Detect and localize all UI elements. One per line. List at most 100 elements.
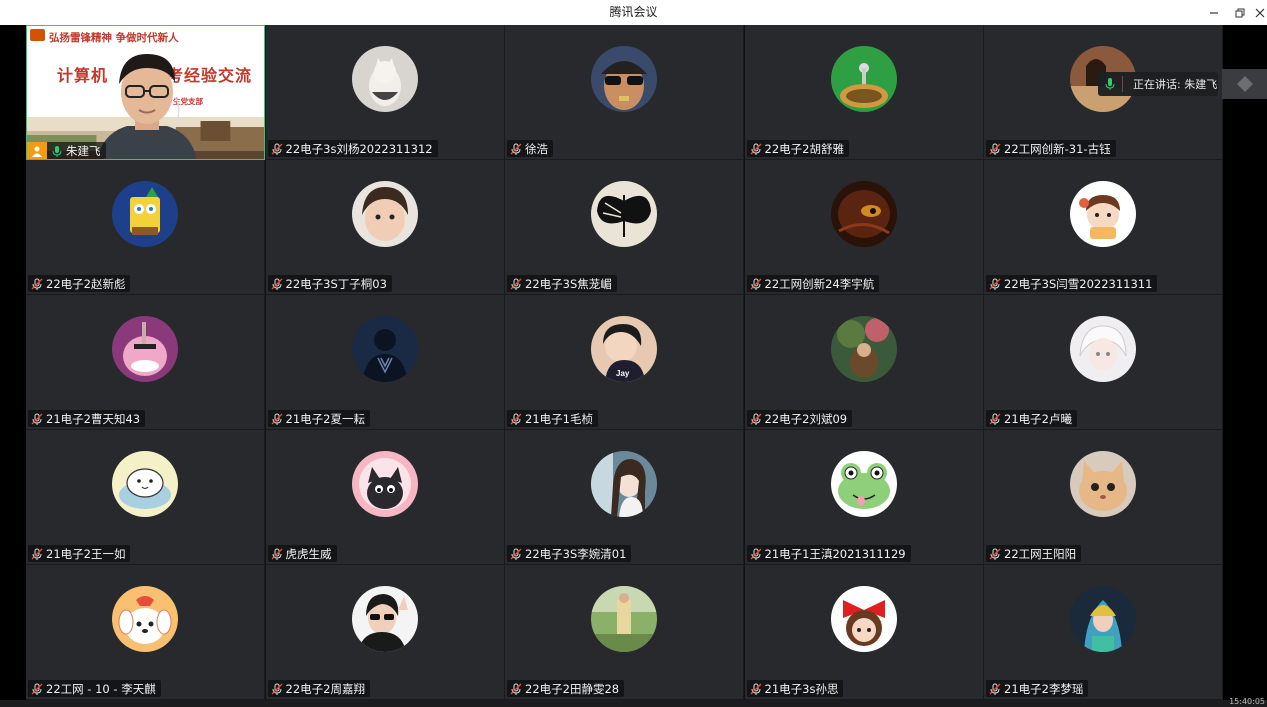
outdoor-photo-avatar-icon xyxy=(591,586,657,652)
puppy-avatar-icon xyxy=(112,586,178,652)
participant-tile[interactable]: 22工网创新24李宇航 xyxy=(744,160,984,295)
participant-namebar: 22工网创新-31-古钰 xyxy=(986,140,1116,157)
participant-namebar: 虎虎生威 xyxy=(267,545,337,562)
colorful-girl-avatar-icon xyxy=(1070,586,1136,652)
participant-tile[interactable]: Jay 21电子1毛桢 xyxy=(505,295,744,430)
participant-tile[interactable]: 22电子2田静雯28 xyxy=(505,565,744,700)
participant-tile[interactable]: 21电子2卢曦 xyxy=(984,295,1223,430)
participant-tile[interactable]: 22电子3S丁子桐03 xyxy=(265,160,505,295)
participant-namebar: 22工网王阳阳 xyxy=(986,545,1082,562)
mic-muted-icon xyxy=(271,683,286,695)
silhouette-avatar-icon xyxy=(351,316,418,382)
frog-avatar-icon xyxy=(830,451,897,517)
presenter-namebar: 朱建飞 xyxy=(27,142,106,159)
mic-muted-icon xyxy=(989,278,1004,290)
close-button[interactable] xyxy=(1252,0,1267,25)
forest-art-avatar-icon xyxy=(830,316,897,382)
mic-muted-icon xyxy=(750,683,765,695)
mic-muted-icon xyxy=(989,683,1004,695)
game-mushroom-avatar-icon xyxy=(830,46,897,112)
participant-name: 22电子3S焦茏嵋 xyxy=(525,276,612,291)
mic-on-icon xyxy=(52,145,62,157)
participant-tile[interactable]: 21电子3s孙思 xyxy=(744,565,984,700)
participant-name: 22电子2胡舒雅 xyxy=(764,141,844,156)
mic-muted-icon xyxy=(31,548,46,560)
participant-tile[interactable]: 21电子2李梦瑶 xyxy=(984,565,1223,700)
mic-muted-icon xyxy=(750,548,765,560)
taskbar-clock: 15:40:05 xyxy=(1229,697,1265,706)
participant-tile[interactable]: 徐浩 xyxy=(505,25,744,160)
participant-namebar: 22电子2周嘉翔 xyxy=(267,680,370,697)
user-icon xyxy=(27,142,47,159)
mic-muted-icon xyxy=(510,548,525,560)
participant-namebar: 22电子3S丁子桐03 xyxy=(267,275,392,292)
participant-name: 21电子2王一如 xyxy=(46,546,126,561)
participant-name: 21电子1王滇2021311129 xyxy=(764,546,906,561)
jay-cartoon-avatar-icon: Jay xyxy=(591,316,657,382)
participant-name: 22电子2田静雯28 xyxy=(525,681,620,696)
participant-name: 21电子2卢曦 xyxy=(1004,411,1072,426)
participant-tile[interactable]: 22电子2刘斌09 xyxy=(744,295,984,430)
diamond-icon xyxy=(1236,76,1253,92)
participant-name: 22电子2刘斌09 xyxy=(764,411,848,426)
mic-muted-icon xyxy=(750,278,765,290)
participant-tile[interactable]: 21电子2曹天知43 xyxy=(26,295,265,430)
mic-muted-icon xyxy=(510,683,525,695)
mic-speaking-icon xyxy=(1105,78,1115,90)
mic-muted-icon xyxy=(271,548,286,560)
participant-namebar: 22工网创新24李宇航 xyxy=(746,275,880,292)
participant-namebar: 21电子2夏一耘 xyxy=(267,410,370,427)
mic-muted-icon xyxy=(510,143,525,155)
presenter-name: 朱建飞 xyxy=(66,143,101,158)
participant-tile[interactable]: 22电子3s刘杨2022311312 xyxy=(265,25,505,160)
participant-name: 22电子3S李婉清01 xyxy=(525,546,627,561)
participant-tile[interactable]: 22电子3S焦茏嵋 xyxy=(505,160,744,295)
child-avatar-icon xyxy=(351,181,418,247)
participant-tile[interactable]: 22工网 - 10 - 李天麒 xyxy=(26,565,265,700)
participant-tile[interactable]: 22工网王阳阳 xyxy=(984,430,1223,565)
participant-namebar: 21电子1毛桢 xyxy=(507,410,598,427)
mic-muted-icon xyxy=(510,413,525,425)
black-cat-avatar-icon xyxy=(351,451,418,517)
participant-grid: 弘扬雷锋精神 争做时代新人 计算机 考经验交流 生党支部 朱建飞 22电子3s刘… xyxy=(26,25,1223,700)
participant-tile[interactable]: 22电子3S闫雪2022311311 xyxy=(984,160,1223,295)
participant-tile[interactable]: 21电子1王滇2021311129 xyxy=(744,430,984,565)
restore-button[interactable] xyxy=(1227,0,1253,25)
participant-name: 22工网创新24李宇航 xyxy=(764,276,875,291)
participant-namebar: 21电子2卢曦 xyxy=(986,410,1077,427)
mic-muted-icon xyxy=(750,413,765,425)
purple-cartoon-avatar-icon xyxy=(112,316,178,382)
mic-muted-icon xyxy=(31,278,46,290)
mic-muted-icon xyxy=(271,143,286,155)
participant-tile[interactable]: 22电子3S李婉清01 xyxy=(505,430,744,565)
close-icon xyxy=(1255,8,1264,17)
participant-name: 21电子2曹天知43 xyxy=(46,411,141,426)
participant-tile[interactable]: 22电子2胡舒雅 xyxy=(744,25,984,160)
minimize-button[interactable] xyxy=(1201,0,1227,25)
participant-tile[interactable]: 22电子2周嘉翔 xyxy=(265,565,505,700)
participant-tile[interactable]: 22电子2赵新彪 xyxy=(26,160,265,295)
participant-name: 21电子1毛桢 xyxy=(525,411,593,426)
sunglasses-girl-avatar-icon xyxy=(351,586,418,652)
participant-name: 22工网 - 10 - 李天麒 xyxy=(46,681,156,696)
anime-white-avatar-icon xyxy=(1070,316,1136,382)
presenter-tile[interactable]: 弘扬雷锋精神 争做时代新人 计算机 考经验交流 生党支部 朱建飞 xyxy=(26,25,265,160)
participant-namebar: 22电子2田静雯28 xyxy=(507,680,625,697)
anime-girl-avatar-icon xyxy=(591,451,657,517)
party-emblem-icon xyxy=(30,29,45,41)
participant-tile[interactable]: 虎虎生威 xyxy=(265,430,505,565)
participant-name: 22电子3S闫雪2022311311 xyxy=(1004,276,1153,291)
participant-namebar: 22电子3S闫雪2022311311 xyxy=(986,275,1158,292)
cartoon-girl-avatar-icon xyxy=(1070,181,1136,247)
speaking-label: 正在讲话: 朱建飞 xyxy=(1133,78,1218,91)
participant-name: 21电子2李梦瑶 xyxy=(1004,681,1084,696)
participant-tile[interactable]: 21电子2王一如 xyxy=(26,430,265,565)
restore-icon xyxy=(1235,8,1245,17)
participant-namebar: 21电子3s孙思 xyxy=(746,680,844,697)
taskbar: 15:40:05 xyxy=(0,697,1267,707)
participant-namebar: 21电子2王一如 xyxy=(28,545,131,562)
participant-namebar: 22电子3s刘杨2022311312 xyxy=(267,140,438,157)
participant-tile[interactable]: 21电子2夏一耘 xyxy=(265,295,505,430)
collapse-panel-button[interactable] xyxy=(1222,69,1267,99)
divider xyxy=(1122,76,1123,92)
